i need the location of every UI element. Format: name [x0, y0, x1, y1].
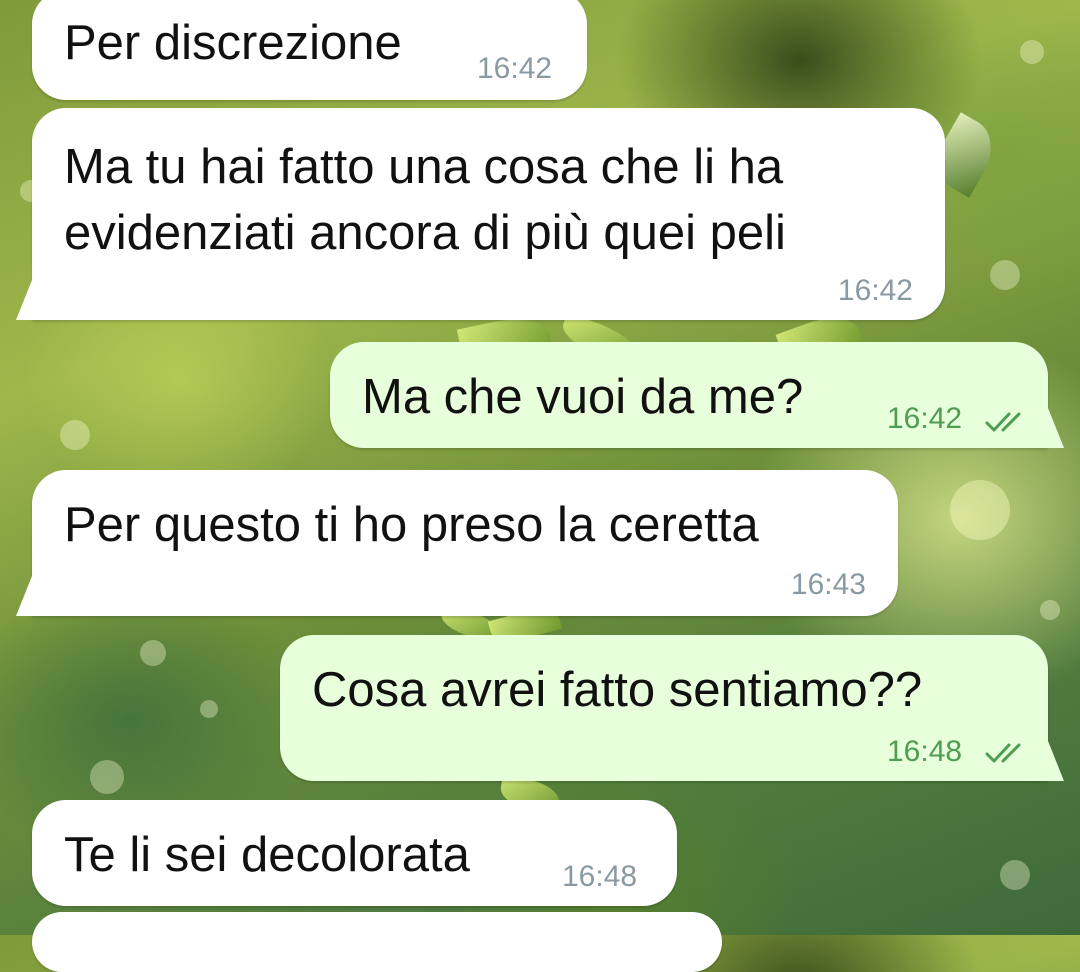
message-bubble-incoming[interactable]: Ma tu hai fatto una cosa che li ha evide…	[32, 108, 945, 320]
message-time: 16:43	[790, 568, 866, 601]
message-time: 16:48	[887, 735, 963, 768]
message-time: 16:48	[562, 860, 638, 893]
message-text: Per questo ti ho preso la ceretta	[64, 498, 759, 552]
message-bubble-incoming[interactable]: Te li sei decolorata 16:48	[32, 800, 677, 906]
message-text: Te li sei decolorata	[64, 828, 470, 882]
message-list[interactable]: Per discrezione 16:42 Ma tu hai fatto un…	[0, 0, 1080, 972]
message-bubble-incoming[interactable]: Per discrezione 16:42	[32, 0, 587, 100]
message-text: Cosa avrei fatto sentiamo??	[312, 663, 923, 717]
message-bubble-outgoing[interactable]: Cosa avrei fatto sentiamo?? 16:48	[280, 635, 1048, 781]
message-bubble-incoming[interactable]: Per questo ti ho preso la ceretta 16:43	[32, 470, 898, 616]
double-check-icon	[985, 412, 1021, 432]
message-time: 16:42	[887, 402, 963, 435]
message-time: 16:42	[837, 274, 913, 307]
message-text-line: evidenziati ancora di più quei peli	[64, 206, 786, 260]
message-text: Ma che vuoi da me?	[362, 370, 804, 424]
message-text: Per discrezione	[64, 16, 402, 70]
message-bubble-incoming-partial[interactable]	[32, 912, 722, 972]
message-text-line: Ma tu hai fatto una cosa che li ha	[64, 140, 784, 194]
double-check-icon	[985, 743, 1021, 763]
message-time: 16:42	[477, 52, 553, 85]
message-bubble-outgoing[interactable]: Ma che vuoi da me? 16:42	[330, 342, 1048, 448]
